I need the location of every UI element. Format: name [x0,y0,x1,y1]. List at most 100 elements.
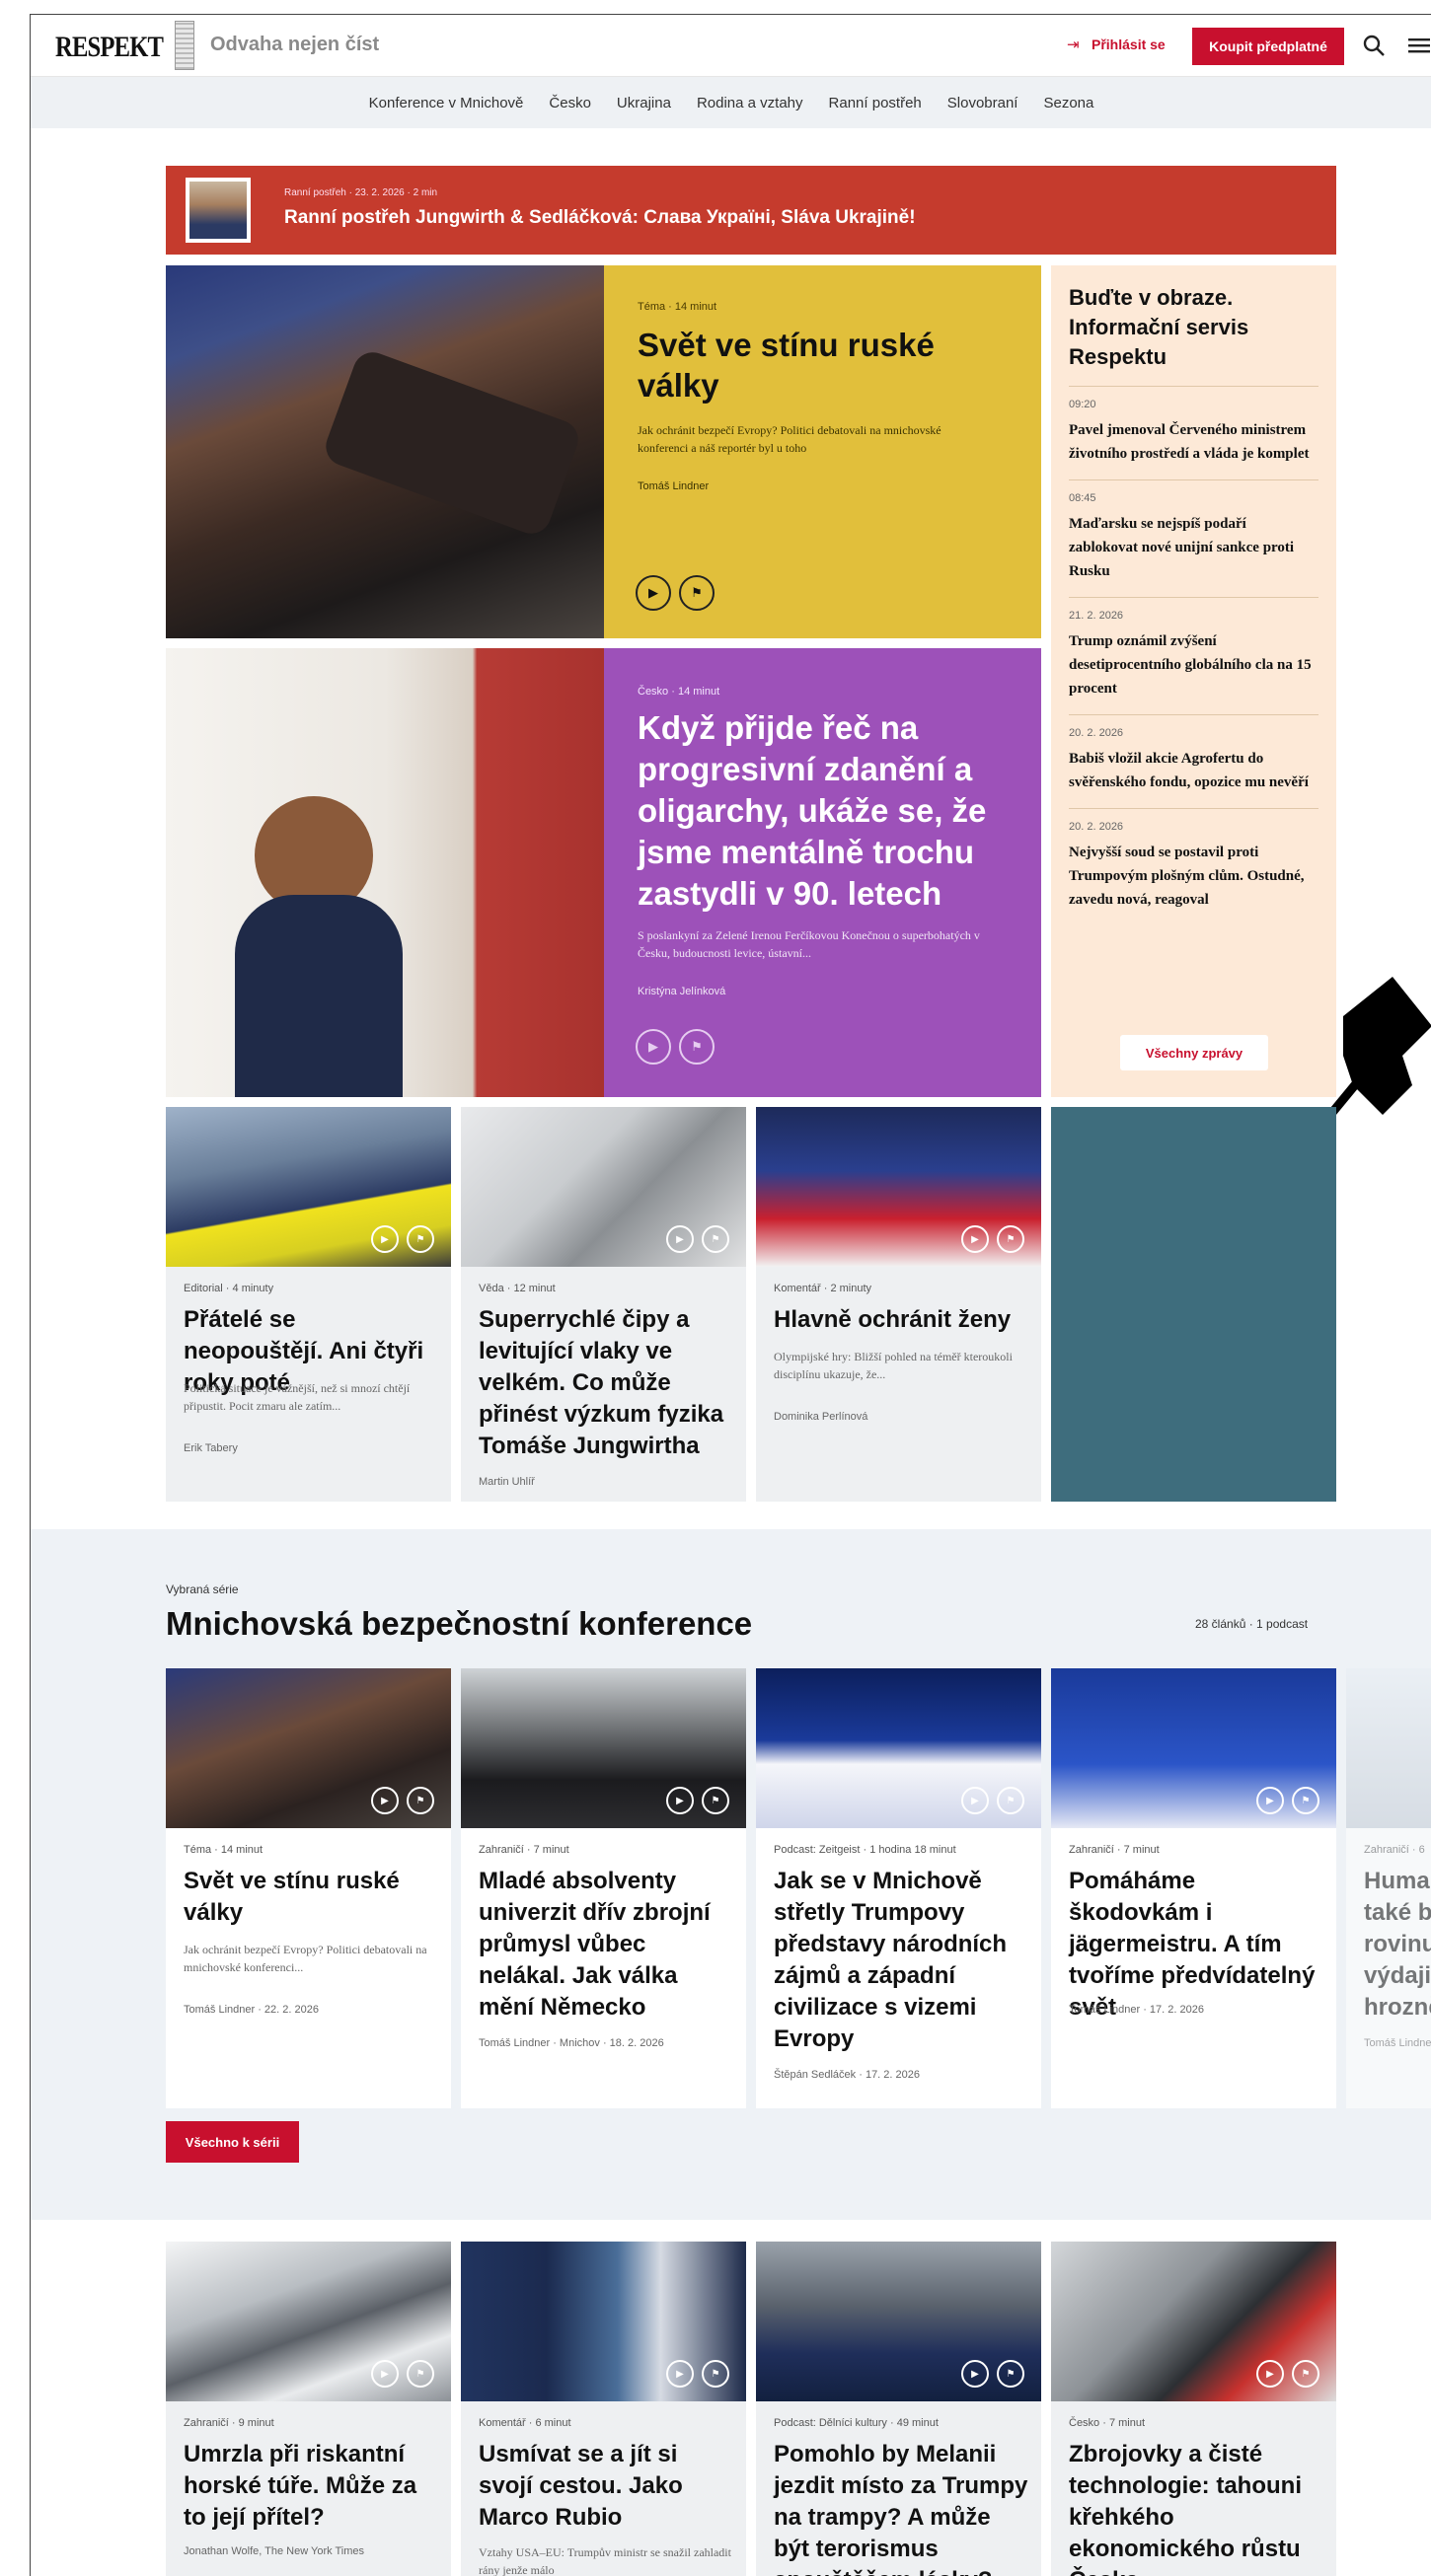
bookmark-icon[interactable]: ⚑ [997,1225,1024,1253]
nav-item[interactable]: Ranní postřeh [829,95,922,111]
bookmark-icon[interactable]: ⚑ [1292,2360,1319,2388]
article-title[interactable]: Usmívat se a jít si svojí cestou. Jako M… [479,2439,737,2534]
play-icon[interactable]: ▶ [666,2360,694,2388]
login-link[interactable]: Přihlásit se [1092,37,1166,52]
bookmark-icon[interactable]: ⚑ [702,1225,729,1253]
news-title[interactable]: Maďarsku se nejspíš podaří zablokovat no… [1069,512,1318,583]
news-item[interactable]: 20. 2. 2026 Nejvyšší soud se postavil pro… [1069,808,1318,925]
article-author[interactable]: Tomáš Lindner · 17. 2. 2026 [1069,2004,1204,2016]
play-icon[interactable]: ▶ [961,1225,989,1253]
bookmark-icon[interactable]: ⚑ [702,1787,729,1814]
nav-item[interactable]: Konference v Mnichově [369,95,524,111]
morning-brief-banner[interactable]: Ranní postřeh · 23. 2. 2026 · 2 min Rann… [166,166,1336,255]
article-title[interactable]: Hlavně ochránit ženy [774,1304,1032,1336]
article-title[interactable]: Jak se v Mnichově střetly Trumpovy předs… [774,1866,1032,2055]
article-card[interactable]: ▶ ⚑ Věda · 12 minut Superrychlé čipy a l… [461,1107,746,1502]
article-title[interactable]: Umrzla při riskantní horské túře. Může z… [184,2439,442,2534]
article-perex: Olympijské hry: Bližší pohled na téměř k… [774,1350,1013,1381]
article-title[interactable]: Pomohlo by Melanii jezdit místo za Trump… [774,2439,1032,2576]
news-title[interactable]: Pavel jmenoval Červeného ministrem život… [1069,418,1318,466]
bookmark-icon[interactable]: ⚑ [407,1787,434,1814]
article-title[interactable]: Zbrojovky a čisté technologie: tahouni k… [1069,2439,1327,2576]
article-title[interactable]: Když přijde řeč na progresivní zdanění a… [638,707,1022,915]
bookmark-icon[interactable]: ⚑ [407,2360,434,2388]
article-card[interactable]: ▶ ⚑ Komentář · 2 minuty Hlavně ochránit … [756,1107,1041,1502]
play-icon[interactable]: ▶ [371,1225,399,1253]
news-title[interactable]: Trump oznámil zvýšení desetiprocentního … [1069,629,1318,700]
article-title[interactable]: Humar také b rovinu. výdaji hrozně [1364,1866,1431,2024]
article-card[interactable]: ▶ ⚑ Zahraničí · 9 minut Umrzla při riska… [166,2242,451,2576]
menu-icon[interactable] [1404,32,1431,59]
article-card[interactable]: ▶ ⚑ Podcast: Zeitgeist · 1 hodina 18 min… [756,1668,1041,2108]
play-icon[interactable]: ▶ [961,2360,989,2388]
play-icon[interactable]: ▶ [636,575,671,611]
play-icon[interactable]: ▶ [371,2360,399,2388]
series-title[interactable]: Mnichovská bezpečnostní konference [166,1605,752,1643]
article-author[interactable]: Dominika Perlínová [774,1411,867,1423]
bookmark-icon[interactable]: ⚑ [1292,1787,1319,1814]
all-news-button[interactable]: Všechny zprávy [1120,1035,1268,1070]
bookmark-icon[interactable]: ⚑ [679,575,715,611]
article-card[interactable]: ▶ ⚑ Zahraničí · 7 minut Pomáháme škodovk… [1051,1668,1336,2108]
article-title[interactable]: Svět ve stínu ruské války [184,1866,440,1929]
ad-placeholder [1051,1107,1336,1502]
play-icon[interactable]: ▶ [666,1225,694,1253]
buy-subscription-button[interactable]: Koupit předplatné [1192,28,1344,65]
article-author[interactable]: Erik Tabery [184,1442,238,1454]
article-meta: Zahraničí · 7 minut [479,1844,569,1856]
play-icon[interactable]: ▶ [1256,2360,1284,2388]
bookmark-icon[interactable]: ⚑ [997,1787,1024,1814]
article-card[interactable]: ▶ ⚑ Zahraničí · 7 minut Mladé absolventy… [461,1668,746,2108]
article-author[interactable]: Tomáš Lindner · Mnichov · 18. 2. 2026 [479,2037,664,2049]
nav-item[interactable]: Ukrajina [617,95,671,111]
bookmark-icon[interactable]: ⚑ [407,1225,434,1253]
logo[interactable]: RESPEKT [55,31,164,64]
news-title[interactable]: Babiš vložil akcie Agrofertu do svěřensk… [1069,747,1318,794]
bookmark-icon[interactable]: ⚑ [702,2360,729,2388]
search-icon[interactable] [1360,32,1388,59]
news-title[interactable]: Nejvyšší soud se postavil proti Trumpový… [1069,841,1318,912]
news-item[interactable]: 20. 2. 2026 Babiš vložil akcie Agrofertu … [1069,714,1318,808]
article-title[interactable]: Pomáháme škodovkám i jägermeistru. A tím… [1069,1866,1327,2024]
nav-item[interactable]: Česko [549,95,591,111]
bookmark-icon[interactable]: ⚑ [679,1029,715,1065]
article-card[interactable]: Zahraničí · 6 Humar také b rovinu. výdaj… [1346,1668,1431,2108]
article-title[interactable]: Svět ve stínu ruské války [638,325,1013,405]
login-arrow-icon[interactable]: ⇥ [1067,36,1080,53]
article-card[interactable]: ▶ ⚑ Téma · 14 minut Svět ve stínu ruské … [166,1668,451,2108]
nav-item[interactable]: Rodina a vztahy [697,95,803,111]
play-icon[interactable]: ▶ [961,1787,989,1814]
play-icon[interactable]: ▶ [1256,1787,1284,1814]
article-author[interactable]: Kristýna Jelínková [638,986,725,997]
nav-item[interactable]: Sezona [1043,95,1093,111]
series-all-button[interactable]: Všechno k sérii [166,2121,299,2163]
article-card[interactable]: ▶ ⚑ Podcast: Dělníci kultury · 49 minut … [756,2242,1041,2576]
author-portrait [186,178,251,243]
nav-item[interactable]: Slovobraní [947,95,1018,111]
news-sidebar-title: Buďte v obraze. Informační servis Respek… [1069,285,1249,369]
article-author[interactable]: Tomáš Lindner [638,480,709,492]
play-icon[interactable]: ▶ [666,1787,694,1814]
article-title[interactable]: Mladé absolventy univerzit dřív zbrojní … [479,1866,737,2024]
article-meta: Zahraničí · 7 minut [1069,1844,1160,1856]
banner-title[interactable]: Ranní postřeh Jungwirth & Sedláčková: Сл… [284,207,916,229]
bookmark-icon[interactable]: ⚑ [997,2360,1024,2388]
article-author[interactable]: Tomáš Lindne [1364,2037,1431,2049]
article-author[interactable]: Štěpán Sedláček · 17. 2. 2026 [774,2069,920,2081]
play-icon[interactable]: ▶ [371,1787,399,1814]
article-card[interactable]: ▶ ⚑ Česko · 7 minut Zbrojovky a čisté te… [1051,2242,1336,2576]
hero-article-1[interactable]: Téma · 14 minut Svět ve stínu ruské válk… [166,265,1041,638]
news-item[interactable]: 09:20 Pavel jmenoval Červeného ministrem … [1069,386,1318,479]
news-item[interactable]: 21. 2. 2026 Trump oznámil zvýšení desetip… [1069,597,1318,714]
article-title[interactable]: Superrychlé čipy a levitující vlaky ve v… [479,1304,737,1462]
play-icon[interactable]: ▶ [636,1029,671,1065]
article-author[interactable]: Jonathan Wolfe, The New York Times [184,2545,364,2557]
article-card[interactable]: ▶ ⚑ Komentář · 6 minut Usmívat se a jít … [461,2242,746,2576]
news-item[interactable]: 08:45 Maďarsku se nejspíš podaří zablokov… [1069,479,1318,597]
article-card[interactable]: ▶ ⚑ Editorial · 4 minuty Přátelé se neop… [166,1107,451,1502]
article-perex: Vztahy USA–EU: Trumpův ministr se snažil… [479,2545,731,2576]
news-time: 20. 2. 2026 [1069,821,1124,833]
hero-article-2[interactable]: Česko · 14 minut Když přijde řeč na prog… [166,648,1041,1097]
article-author[interactable]: Tomáš Lindner · 22. 2. 2026 [184,2004,319,2016]
article-author[interactable]: Martin Uhlíř [479,1476,535,1488]
